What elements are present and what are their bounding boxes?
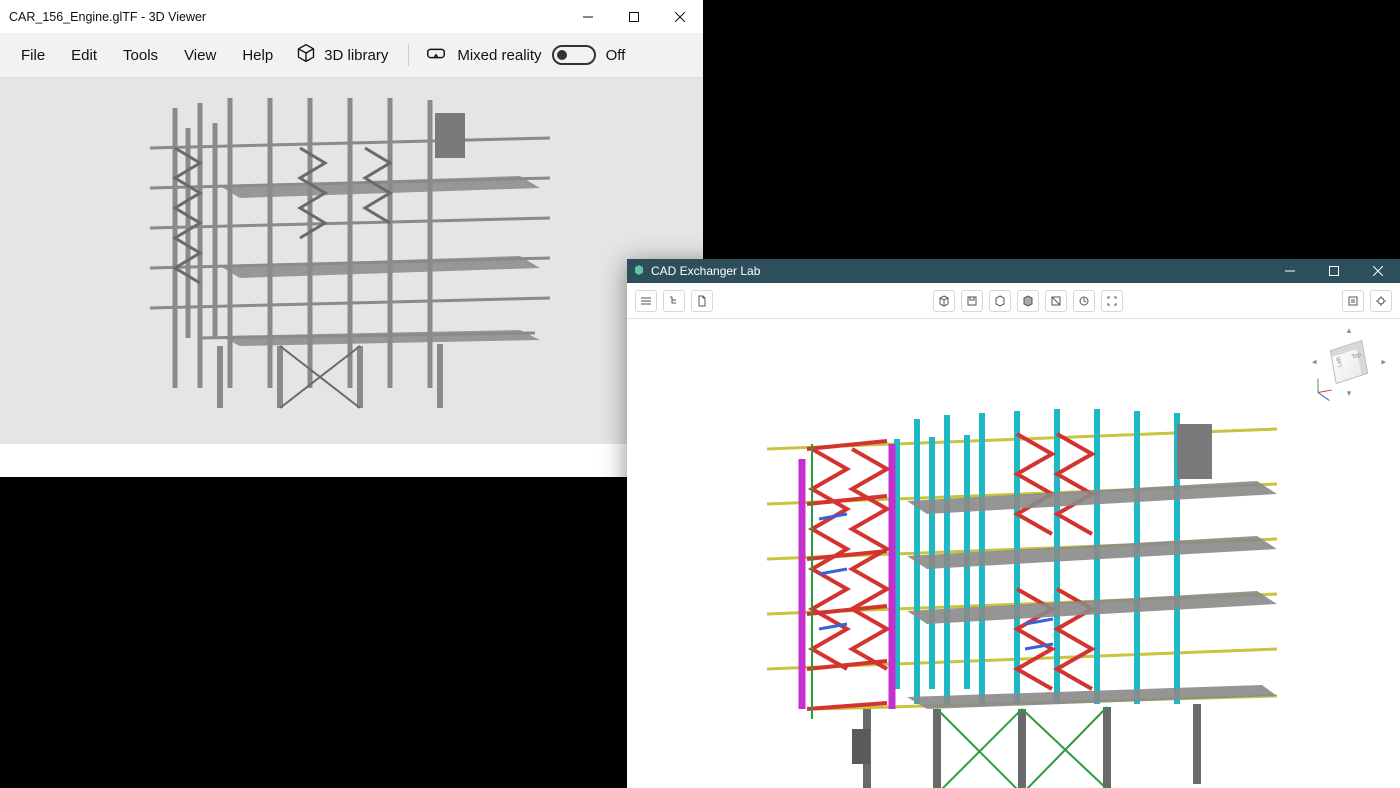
model-color bbox=[757, 389, 1297, 788]
titlebar[interactable]: CAD Exchanger Lab bbox=[627, 259, 1400, 283]
toolbar bbox=[627, 283, 1400, 319]
tree-icon[interactable] bbox=[663, 290, 685, 312]
cube-face-left: Left bbox=[1336, 356, 1343, 368]
minimize-button[interactable] bbox=[1268, 259, 1312, 283]
cube-face-top: Top bbox=[1351, 352, 1361, 361]
window-title: CAD Exchanger Lab bbox=[651, 264, 760, 278]
statusbar bbox=[0, 444, 703, 477]
cube-arrow-left-icon[interactable]: ◂ bbox=[1312, 357, 1317, 368]
menu-view[interactable]: View bbox=[171, 37, 229, 74]
close-button[interactable] bbox=[657, 0, 703, 33]
headset-icon bbox=[425, 42, 447, 68]
menubar: File Edit Tools View Help 3D library Mix… bbox=[0, 33, 703, 78]
menu-edit[interactable]: Edit bbox=[58, 37, 110, 74]
separator bbox=[408, 44, 409, 66]
menu-file[interactable]: File bbox=[8, 37, 58, 74]
viewport-3d[interactable]: ▴ ▾ ◂ ▸ Left Top bbox=[627, 319, 1400, 788]
save-icon[interactable] bbox=[961, 290, 983, 312]
view-cube[interactable]: ▴ ▾ ◂ ▸ Left Top bbox=[1314, 327, 1384, 397]
cube-arrow-down-icon[interactable]: ▾ bbox=[1347, 388, 1352, 399]
mixed-reality-group: Mixed reality Off bbox=[419, 42, 631, 68]
cube-arrow-up-icon[interactable]: ▴ bbox=[1347, 325, 1352, 336]
settings-icon[interactable] bbox=[1370, 290, 1392, 312]
maximize-button[interactable] bbox=[1312, 259, 1356, 283]
cube-widget[interactable]: Left Top bbox=[1330, 340, 1368, 384]
menu-tools[interactable]: Tools bbox=[110, 37, 171, 74]
minimize-button[interactable] bbox=[565, 0, 611, 33]
mr-state: Off bbox=[606, 47, 626, 64]
mr-label: Mixed reality bbox=[457, 47, 541, 64]
window-3d-viewer: CAR_156_Engine.glTF - 3D Viewer File Edi… bbox=[0, 0, 703, 477]
section-icon[interactable] bbox=[1045, 290, 1067, 312]
app-icon bbox=[633, 264, 645, 279]
cube-arrow-right-icon[interactable]: ▸ bbox=[1381, 357, 1386, 368]
document-icon[interactable] bbox=[691, 290, 713, 312]
model-gray bbox=[80, 88, 580, 413]
library-button[interactable]: 3D library bbox=[286, 35, 398, 75]
properties-icon[interactable] bbox=[1342, 290, 1364, 312]
close-button[interactable] bbox=[1356, 259, 1400, 283]
menu-icon[interactable] bbox=[635, 290, 657, 312]
menu-help[interactable]: Help bbox=[229, 37, 286, 74]
axis-triad-icon bbox=[1318, 377, 1334, 393]
library-label: 3D library bbox=[324, 47, 388, 64]
shaded-icon[interactable] bbox=[1017, 290, 1039, 312]
window-controls bbox=[565, 0, 703, 33]
cube-icon bbox=[296, 43, 316, 67]
measure-icon[interactable] bbox=[1073, 290, 1095, 312]
wireframe-icon[interactable] bbox=[989, 290, 1011, 312]
viewport-3d[interactable] bbox=[0, 78, 703, 444]
window-cad-exchanger: CAD Exchanger Lab bbox=[627, 259, 1400, 788]
titlebar[interactable]: CAR_156_Engine.glTF - 3D Viewer bbox=[0, 0, 703, 33]
cube-icon[interactable] bbox=[933, 290, 955, 312]
maximize-button[interactable] bbox=[611, 0, 657, 33]
mr-toggle[interactable] bbox=[552, 45, 596, 65]
window-controls bbox=[1268, 259, 1400, 283]
fit-icon[interactable] bbox=[1101, 290, 1123, 312]
window-title: CAR_156_Engine.glTF - 3D Viewer bbox=[9, 10, 206, 24]
